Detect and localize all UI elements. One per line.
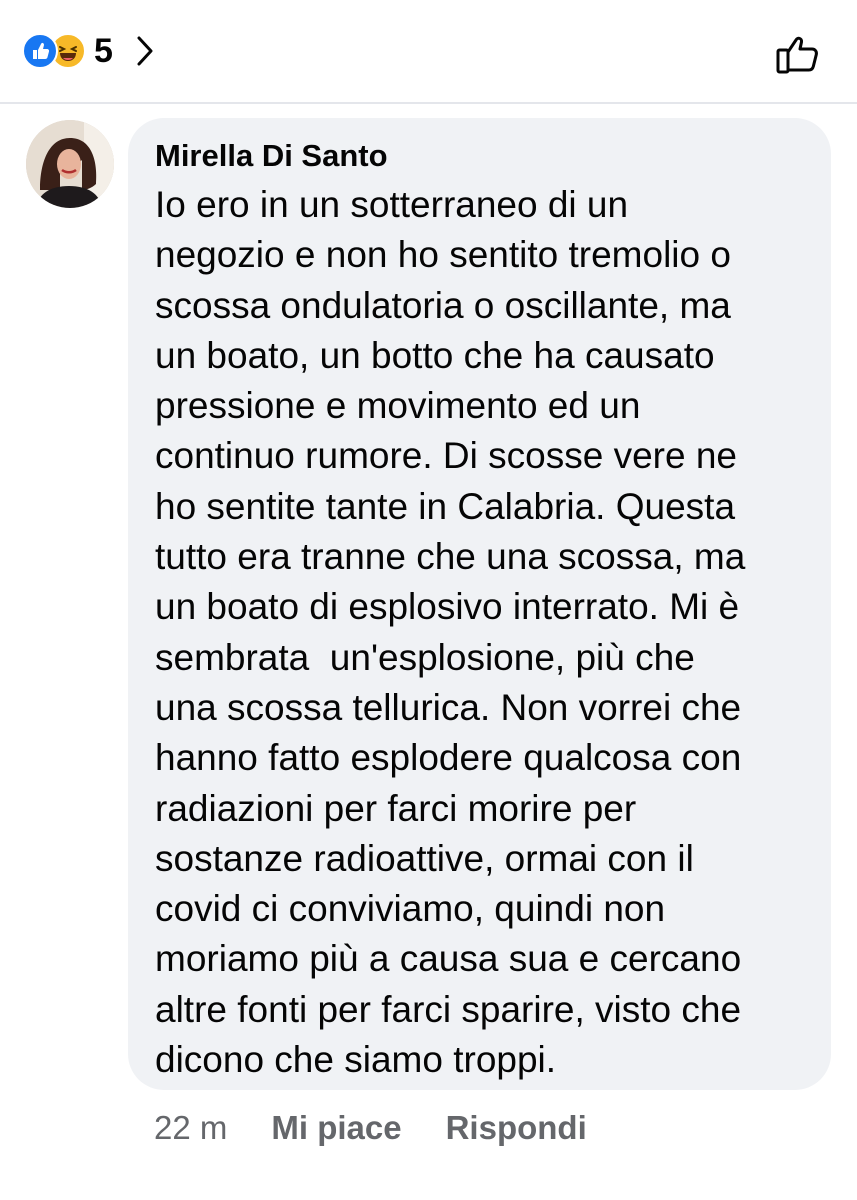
reaction-count: 5 bbox=[94, 31, 113, 70]
comment-text: Io ero in un sotterraneo di un negozio e… bbox=[155, 184, 746, 1081]
like-button[interactable]: Mi piace bbox=[271, 1109, 401, 1147]
comment-actions: 22 m Mi piace Rispondi bbox=[154, 1104, 587, 1152]
reply-button[interactable]: Rispondi bbox=[446, 1109, 587, 1147]
like-reaction-icon bbox=[22, 33, 58, 69]
comment-bubble: Mirella Di Santo Io ero in un sotterrane… bbox=[128, 118, 831, 1090]
comment-timestamp[interactable]: 22 m bbox=[154, 1109, 227, 1147]
thumbs-up-icon[interactable] bbox=[772, 28, 826, 78]
chevron-right-icon[interactable] bbox=[135, 34, 155, 68]
avatar[interactable] bbox=[26, 120, 114, 208]
reactions-bar: 5 bbox=[0, 0, 857, 104]
comment-author[interactable]: Mirella Di Santo bbox=[155, 136, 805, 176]
reactions-summary[interactable]: 5 bbox=[22, 31, 155, 71]
